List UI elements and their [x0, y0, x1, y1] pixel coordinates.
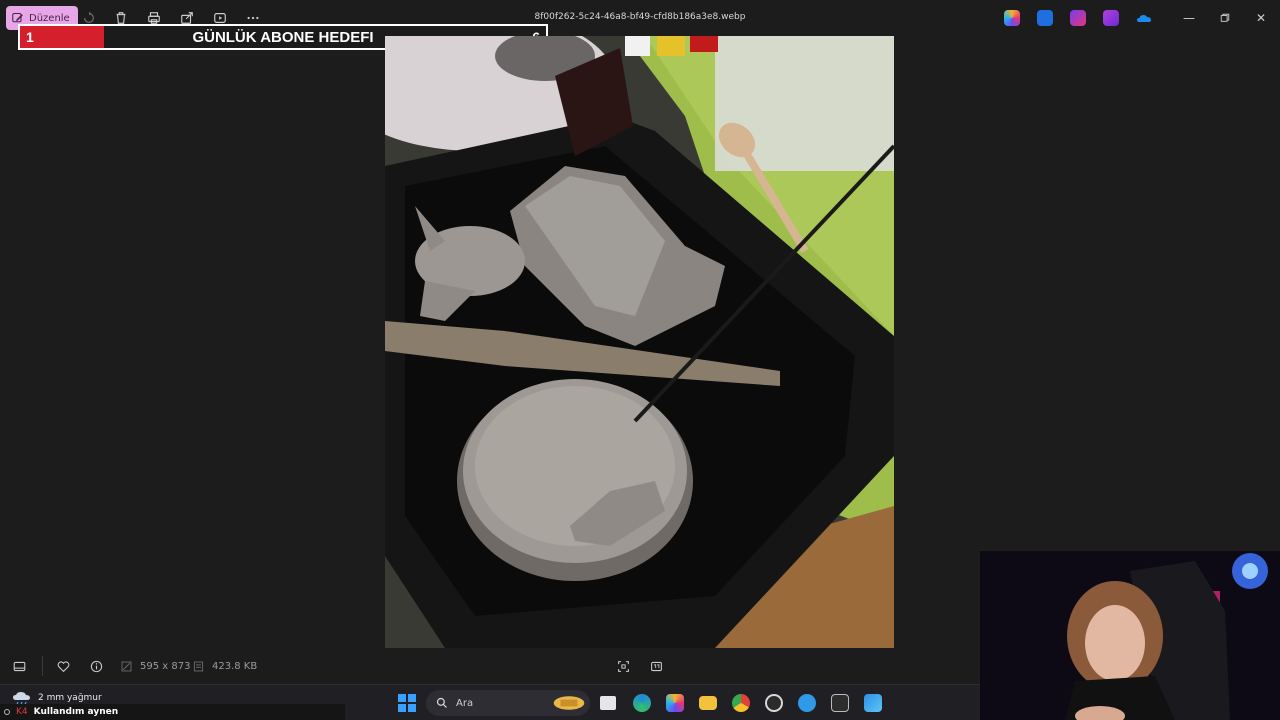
viewed-photo[interactable]: [385, 36, 894, 648]
close-button[interactable]: ✕: [1252, 9, 1270, 27]
windows-logo-tile: [398, 694, 406, 702]
actual-size-icon[interactable]: [648, 658, 664, 674]
copilot-icon[interactable]: [1004, 10, 1020, 26]
clipchamp-icon[interactable]: [1070, 10, 1086, 26]
windows-logo-tile: [398, 704, 406, 712]
windows-logo-tile: [408, 704, 416, 712]
dimensions-icon: [118, 658, 134, 674]
onedrive-icon[interactable]: [1136, 10, 1152, 26]
search-placeholder: Ara: [456, 697, 474, 709]
favorite-icon[interactable]: [55, 658, 71, 674]
photos-app-window: Düzenle 8f00f262-5c24-46a8-bf49-cfd8b186…: [0, 0, 1280, 720]
streamer-webcam: [980, 551, 1280, 720]
search-highlight-icon: [553, 696, 585, 710]
task-view-icon[interactable]: [600, 696, 616, 710]
chat-user: K4: [16, 707, 28, 717]
start-button[interactable]: [398, 694, 416, 712]
designer-icon[interactable]: [1103, 10, 1119, 26]
restore-button[interactable]: [1216, 9, 1234, 27]
info-icon[interactable]: [88, 658, 104, 674]
photo-editor-icon[interactable]: [1037, 10, 1053, 26]
clay-figures-photo: [385, 36, 894, 648]
windows-logo-tile: [408, 694, 416, 702]
weather-text: 2 mm yağmur: [38, 693, 102, 703]
obs-icon[interactable]: [765, 694, 783, 712]
edge-icon[interactable]: [633, 694, 651, 712]
terminal-icon[interactable]: [831, 694, 849, 712]
chat-message: Kullandım aynen: [33, 707, 119, 717]
fit-to-window-icon[interactable]: [615, 658, 631, 674]
photos-icon[interactable]: [864, 694, 882, 712]
search-icon: [436, 697, 447, 708]
chat-ticker: K4 Kullandım aynen: [0, 704, 345, 720]
status-dot-icon: [4, 709, 10, 715]
rain-cloud-icon: [13, 692, 30, 705]
folder-icon[interactable]: [699, 696, 717, 710]
webcam-feed: [980, 551, 1280, 720]
taskbar-search[interactable]: Ara: [426, 690, 590, 716]
weather-widget[interactable]: 2 mm yağmur: [12, 691, 102, 705]
chrome-icon[interactable]: [732, 694, 750, 712]
goal-current: 1: [26, 29, 34, 45]
divider: [42, 656, 43, 676]
filmstrip-icon[interactable]: [11, 658, 27, 674]
file-name: 8f00f262-5c24-46a8-bf49-cfd8b186a3e8.web…: [534, 12, 746, 22]
minimize-button[interactable]: —: [1180, 9, 1198, 27]
image-dimensions: 595 x 873: [140, 661, 191, 672]
file-size-icon: [190, 658, 206, 674]
photo-info-bar: 595 x 873 423.8 KB: [0, 648, 980, 684]
copilot-icon[interactable]: [666, 694, 684, 712]
mail-icon[interactable]: [798, 694, 816, 712]
file-size: 423.8 KB: [212, 661, 258, 672]
